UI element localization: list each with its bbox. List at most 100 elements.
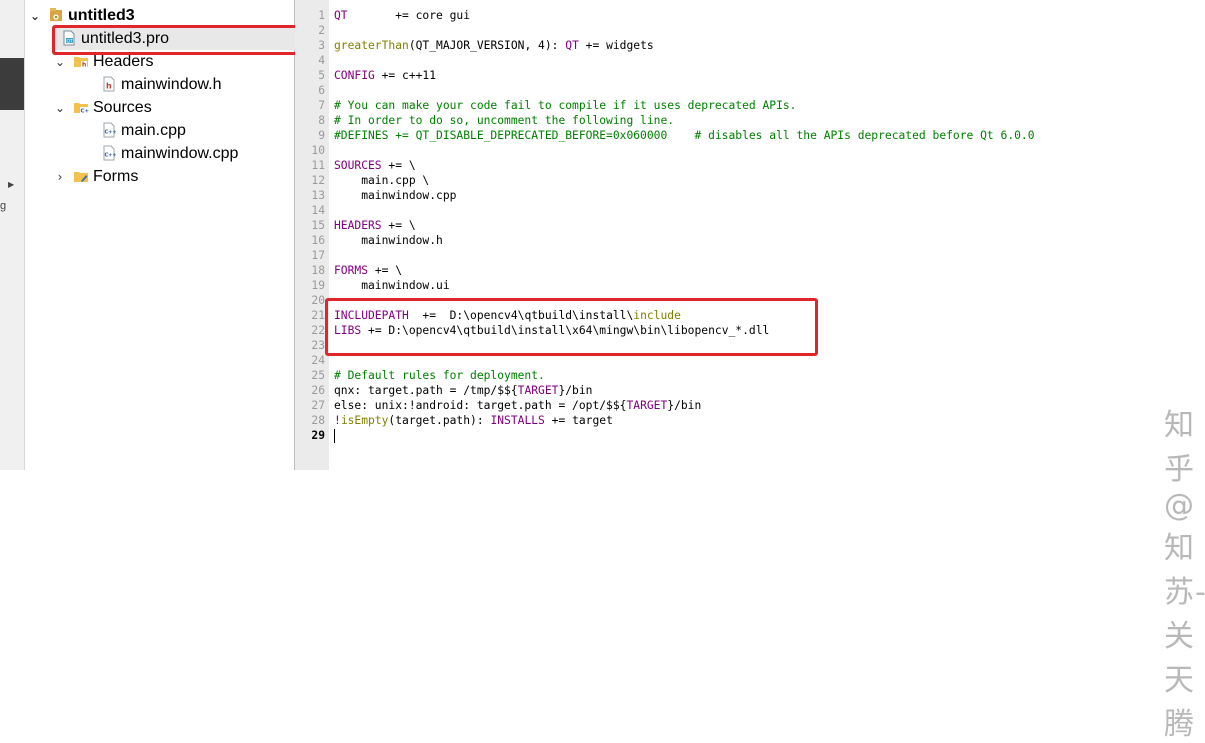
code-line[interactable]: 15 HEADERS += \ [295,218,1205,233]
code-line[interactable]: 25 # Default rules for deployment. [295,368,1205,383]
line-number: 23 [311,339,325,352]
code-line[interactable]: 16 mainwindow.h [295,233,1205,248]
sidebar-active-mode[interactable] [0,58,24,110]
chevron-down-icon[interactable]: ⌄ [53,97,67,119]
code-token: += \ [381,159,416,172]
code-token: QT [334,9,348,22]
code-line[interactable]: 28 !isEmpty(target.path): INSTALLS += tar… [295,413,1205,428]
code-token: else: unix:!android: target.path = /opt/… [334,399,627,412]
line-number: 29 [311,429,325,442]
code-line[interactable]: 4 [295,53,1205,68]
svg-text:h: h [82,61,86,68]
line-text: # You can make your code fail to compile… [334,98,797,113]
forms-label: Forms [93,168,139,186]
code-line[interactable]: 8 # In order to do so, uncomment the foll… [295,113,1205,128]
code-token: TARGET [626,399,668,412]
tree-item-source-mainwindow[interactable]: C++ mainwindow.cpp [95,143,238,165]
code-token: SOURCES [334,159,382,172]
code-line[interactable]: 29 [295,428,1205,443]
line-number: 12 [311,174,325,187]
code-token: CONFIG [334,69,375,82]
code-line[interactable]: 18 FORMS += \ [295,263,1205,278]
code-line[interactable]: 3 greaterThan(QT_MAJOR_VERSION, 4): QT +=… [295,38,1205,53]
line-number: 3 [318,39,325,52]
code-token: FORMS [334,264,369,277]
chevron-down-icon[interactable]: ⌄ [28,5,42,27]
tree-item-header-file[interactable]: h mainwindow.h [95,74,222,96]
code-line[interactable]: 12 main.cpp \ [295,173,1205,188]
line-text: QT += core gui [334,8,470,23]
line-number: 7 [318,99,325,112]
source-main-label: main.cpp [121,122,186,139]
line-number: 22 [311,324,325,337]
line-text: else: unix:!android: target.path = /opt/… [334,398,701,413]
code-line[interactable]: 6 [295,83,1205,98]
svg-text:C+: C+ [81,108,90,114]
line-text: qnx: target.path = /tmp/$${TARGET}/bin [334,383,592,398]
line-number: 28 [311,414,325,427]
line-number: 11 [311,159,325,172]
code-editor[interactable]: 1 QT += core gui 2 3 greaterThan(QT_MAJOR_VE… [295,0,1205,742]
watermark: 知乎 @知苏-关天腾 [1164,408,1205,742]
code-token: += \ [381,219,416,232]
line-number: 15 [311,219,325,232]
code-line[interactable]: 2 [295,23,1205,38]
code-line[interactable]: 19 mainwindow.ui [295,278,1205,293]
line-text: HEADERS += \ [334,218,416,233]
expand-arrow-icon[interactable]: ▶ [8,180,14,189]
code-line[interactable]: 7 # You can make your code fail to compil… [295,98,1205,113]
code-token: QT [565,39,579,52]
code-line[interactable]: 1 QT += core gui [295,8,1205,23]
code-token: HEADERS [334,219,382,232]
line-number: 25 [311,369,325,382]
root-label: untitled3 [68,7,135,25]
line-text: greaterThan(QT_MAJOR_VERSION, 4): QT += … [334,38,654,53]
code-token: main.cpp \ [334,174,430,187]
chevron-right-icon[interactable]: › [53,166,67,188]
code-token: }/bin [667,399,702,412]
header-file-label: mainwindow.h [121,76,222,93]
code-line[interactable]: 11 SOURCES += \ [295,158,1205,173]
line-number: 21 [311,309,325,322]
code-line[interactable]: 27 else: unix:!android: target.path = /op… [295,398,1205,413]
code-token: += target [544,414,613,427]
svg-text:h: h [106,81,112,90]
line-text: FORMS += \ [334,263,402,278]
code-token: # Default rules for deployment. [334,369,545,382]
line-text: mainwindow.h [334,233,443,248]
code-line[interactable]: 26 qnx: target.path = /tmp/$${TARGET}/bin [295,383,1205,398]
line-number: 26 [311,384,325,397]
code-token: #DEFINES += QT_DISABLE_DEPRECATED_BEFORE… [334,129,1035,142]
code-token: mainwindow.h [334,234,443,247]
code-token: (target.path): [388,414,491,427]
line-number: 2 [318,24,325,37]
code-area[interactable]: 1 QT += core gui 2 3 greaterThan(QT_MAJOR_VE… [295,8,1205,443]
code-line[interactable]: 14 [295,203,1205,218]
mode-sidebar: ▶ g [0,0,25,470]
code-token: }/bin [558,384,593,397]
tree-item-root[interactable]: ⌄ untitled3 [28,5,135,27]
code-line[interactable]: 10 [295,143,1205,158]
code-token: qnx: target.path = /tmp/$${ [334,384,518,397]
code-line[interactable]: 5 CONFIG += c++11 [295,68,1205,83]
line-number: 17 [311,249,325,262]
line-text: # In order to do so, uncomment the follo… [334,113,674,128]
code-line[interactable]: 13 mainwindow.cpp [295,188,1205,203]
line-number: 4 [318,54,325,67]
code-line[interactable]: 17 [295,248,1205,263]
tree-item-source-main[interactable]: C++ main.cpp [95,120,186,142]
line-number: 18 [311,264,325,277]
code-token: # You can make your code fail to compile… [334,99,797,112]
code-line[interactable]: 9 #DEFINES += QT_DISABLE_DEPRECATED_BEFOR… [295,128,1205,143]
line-number: 9 [318,129,325,142]
line-text: !isEmpty(target.path): INSTALLS += targe… [334,413,613,428]
line-text: #DEFINES += QT_DISABLE_DEPRECATED_BEFORE… [334,128,1035,143]
project-icon [50,8,62,21]
highlight-box-opencv-paths [325,298,818,356]
code-token: += core gui [347,9,471,22]
sidebar-label: g [0,200,7,212]
line-text: mainwindow.cpp [334,188,456,203]
text-cursor [334,429,335,443]
tree-item-sources[interactable]: ⌄ C+ Sources [53,97,152,119]
tree-item-forms[interactable]: › Forms [53,166,139,188]
